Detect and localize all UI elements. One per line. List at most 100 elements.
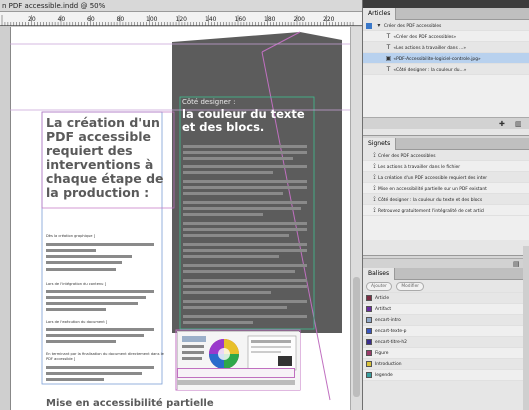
- side-text-line: [183, 255, 279, 258]
- bookmark-item[interactable]: ⟟ La création d'un PDF accessible requier…: [363, 172, 529, 183]
- tags-panel: ▤ Balises Ajouter Modifier Article Artif…: [363, 258, 529, 410]
- new-bookmark-icon[interactable]: ▤: [513, 260, 520, 268]
- bookmark-icon: ⟟: [373, 207, 376, 214]
- tag-label: Figure: [375, 351, 389, 356]
- tab-bookmarks[interactable]: Signets: [363, 138, 529, 150]
- text-line: [46, 255, 132, 258]
- bookmark-item[interactable]: ⟟ Retrouvez gratuitement l'intégralité de…: [363, 205, 529, 216]
- side-text-line: [183, 234, 289, 237]
- side-text-line: [183, 300, 307, 303]
- tag-label: Article: [375, 296, 390, 301]
- tag-color-swatch: [366, 294, 372, 301]
- tag-item[interactable]: Figure: [363, 348, 529, 359]
- side-text-line: [183, 171, 273, 174]
- bookmark-label: Côté designer : la couleur du texte et d…: [378, 198, 483, 203]
- text-T-icon: T: [386, 44, 391, 51]
- edit-tag-button[interactable]: Modifier: [396, 282, 425, 291]
- tab-tags-label: Balises: [363, 268, 396, 280]
- article-root-label: Créer des PDF accessibles: [383, 24, 442, 29]
- add-tag-button[interactable]: Ajouter: [366, 282, 392, 291]
- checkbox-icon[interactable]: [366, 22, 372, 29]
- tag-item[interactable]: legende: [363, 370, 529, 381]
- tag-label: encart-intro: [375, 318, 401, 323]
- main-heading: La création d'un PDF accessible requiert…: [46, 115, 164, 200]
- side-text-line: [183, 285, 307, 288]
- caption-frame: [177, 368, 295, 378]
- side-text-line: [183, 165, 307, 168]
- articles-panel: Articles ▾ Créer des PDF accessibles T «…: [363, 8, 529, 136]
- tag-item[interactable]: encart-titre-h2: [363, 337, 529, 348]
- ruler-label: 60: [87, 16, 95, 23]
- side-text-line: [183, 321, 253, 324]
- article-root-row[interactable]: ▾ Créer des PDF accessibles: [363, 20, 529, 31]
- article-item-label: «PDF-Accessibilite-logiciel-controle.jpg…: [393, 57, 481, 62]
- side-text-line: [183, 157, 293, 160]
- tab-bookmarks-label: Signets: [363, 138, 397, 150]
- tab-articles-label: Articles: [363, 8, 397, 20]
- tag-color-swatch: [366, 338, 372, 345]
- text-line: [46, 302, 138, 305]
- text-line: [46, 296, 146, 299]
- bookmark-item[interactable]: ⟟ Les actions à travailler dans le fichie…: [363, 161, 529, 172]
- article-item[interactable]: T «Les actions à travailler dans ...»: [363, 42, 529, 53]
- panel-scrollbar[interactable]: [523, 246, 529, 410]
- tab-tags[interactable]: Balises: [363, 268, 529, 280]
- side-text-line: [183, 291, 271, 294]
- section-heading: Mise en accessibilité partielle: [46, 398, 214, 409]
- tag-color-swatch: [366, 327, 372, 334]
- article-item-label: «Côté designer : la couleur du...»: [393, 68, 467, 73]
- text-line: [46, 243, 154, 246]
- ruler-ticks: 20 40 60 80 100 120 140 160 180 200 220: [1, 15, 354, 26]
- tag-item[interactable]: Artifact: [363, 304, 529, 315]
- text-line: [46, 328, 154, 331]
- ruler-label: 220: [323, 16, 335, 23]
- ruler-label: 180: [264, 16, 276, 23]
- dock-header: [363, 0, 529, 8]
- article-item-label: «Les actions à travailler dans ...»: [393, 46, 467, 51]
- side-text-line: [183, 270, 295, 273]
- articles-panel-footer: ✚ ▥: [363, 117, 529, 129]
- bookmark-label: Créer des PDF accessibles: [378, 154, 436, 159]
- article-item[interactable]: T «Côté designer : la couleur du...»: [363, 64, 529, 75]
- tab-articles[interactable]: Articles: [363, 8, 529, 20]
- ruler-label: 140: [205, 16, 217, 23]
- side-text-line: [183, 249, 307, 252]
- vertical-scrollbar[interactable]: [350, 27, 362, 410]
- tag-item[interactable]: encart-intro: [363, 315, 529, 326]
- side-text-line: [183, 243, 307, 246]
- add-article-icon[interactable]: ✚: [499, 120, 505, 128]
- ruler-label: 20: [28, 16, 36, 23]
- horizontal-ruler[interactable]: 20 40 60 80 100 120 140 160 180 200 220: [0, 12, 362, 26]
- delete-icon[interactable]: ▥: [515, 120, 522, 128]
- label-content-integration: Lors de l'intégration du contenu ]: [46, 282, 107, 286]
- article-item[interactable]: T «Créer des PDF accessibles»: [363, 31, 529, 42]
- text-T-icon: T: [386, 33, 391, 40]
- article-item-selected[interactable]: ▣ «PDF-Accessibilite-logiciel-controle.j…: [363, 53, 529, 64]
- scrollbar-thumb[interactable]: [353, 277, 360, 397]
- tag-label: Artifact: [375, 307, 392, 312]
- text-line: [46, 366, 154, 369]
- bookmark-item[interactable]: ⟟ Créer des PDF accessibles: [363, 150, 529, 161]
- bookmark-label: Retrouvez gratuitement l'intégralité de …: [378, 209, 485, 214]
- bookmark-item[interactable]: ⟟ Mise en accessibilité partielle sur un …: [363, 183, 529, 194]
- tag-item[interactable]: Article: [363, 293, 529, 304]
- bookmark-icon: ⟟: [373, 185, 376, 192]
- text-T-icon: T: [386, 66, 391, 73]
- tag-item[interactable]: Introduction: [363, 359, 529, 370]
- text-line: [46, 378, 104, 381]
- label-finalisation: En terminant par la finalisation du docu…: [46, 352, 164, 361]
- caption-line: [177, 380, 295, 385]
- side-text-line: [183, 279, 307, 282]
- side-text-line: [183, 213, 263, 216]
- bookmark-icon: ⟟: [373, 196, 376, 203]
- disclosure-triangle-icon[interactable]: ▾: [375, 20, 382, 30]
- text-line: [46, 334, 144, 337]
- bookmark-item[interactable]: ⟟ Côté designer : la couleur du texte et …: [363, 194, 529, 205]
- ruler-label: 200: [294, 16, 306, 23]
- tag-color-swatch: [366, 371, 372, 378]
- bookmarks-panel-footer: ▤: [363, 258, 529, 268]
- tag-item[interactable]: encart-texte-p: [363, 326, 529, 337]
- side-text-line: [183, 306, 287, 309]
- bookmarks-empty-area: [363, 216, 529, 240]
- text-line: [46, 261, 122, 264]
